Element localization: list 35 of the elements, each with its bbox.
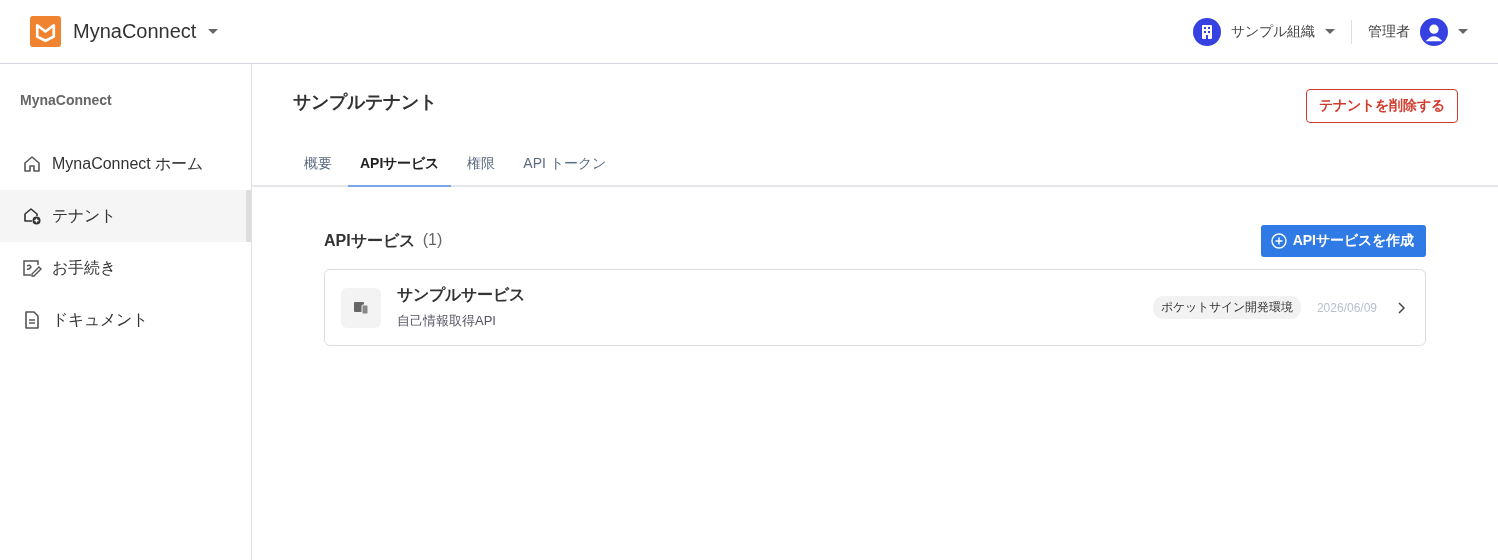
devices-icon — [341, 287, 381, 328]
caret-icon[interactable] — [1458, 29, 1468, 34]
building-icon — [1193, 17, 1221, 46]
document-icon — [22, 310, 42, 330]
service-description: 自己情報取得API — [397, 312, 497, 330]
user-role: 管理者 — [1368, 22, 1410, 41]
environment-tag: ポケットサイン開発環境 — [1152, 296, 1301, 319]
page-title: サンプルテナント — [293, 91, 437, 114]
plus-circle-icon — [1270, 233, 1287, 249]
sidebar-item[interactable]: テナント — [0, 190, 251, 242]
home-icon — [22, 154, 42, 174]
delete-tenant-button[interactable]: テナントを削除する — [1306, 89, 1458, 123]
house-plus-icon — [22, 206, 42, 226]
sidebar-item[interactable]: ドキュメント — [0, 294, 251, 346]
create-service-button[interactable]: APIサービスを作成 — [1260, 225, 1426, 257]
sidebar-item[interactable]: MynaConnect ホーム — [0, 138, 251, 190]
avatar-icon[interactable] — [1420, 17, 1448, 46]
section-title: APIサービス — [324, 230, 415, 251]
sidebar-heading: MynaConnect — [19, 91, 113, 110]
chevron-right-icon — [1397, 301, 1405, 314]
app-name[interactable]: MynaConnect — [73, 20, 197, 43]
sidebar-item[interactable]: お手続き — [0, 242, 251, 294]
tab[interactable]: 権限 — [455, 145, 508, 187]
logo-icon — [30, 16, 61, 47]
tab[interactable]: APIサービス — [348, 145, 452, 187]
service-count: (1) — [422, 230, 443, 250]
service-date: 2026/06/09 — [1316, 300, 1377, 315]
tab[interactable]: 概要 — [292, 145, 344, 187]
service-name: サンプルサービス — [397, 285, 526, 305]
service-card[interactable]: サンプルサービス 自己情報取得API ポケットサイン開発環境 2026/06/09 — [324, 269, 1426, 346]
form-pen-icon — [22, 258, 42, 278]
tab[interactable]: API トークン — [511, 145, 618, 187]
caret-icon[interactable] — [208, 29, 219, 34]
organization-selector[interactable]: サンプル組織 — [1231, 22, 1315, 41]
caret-icon[interactable] — [1325, 29, 1335, 34]
